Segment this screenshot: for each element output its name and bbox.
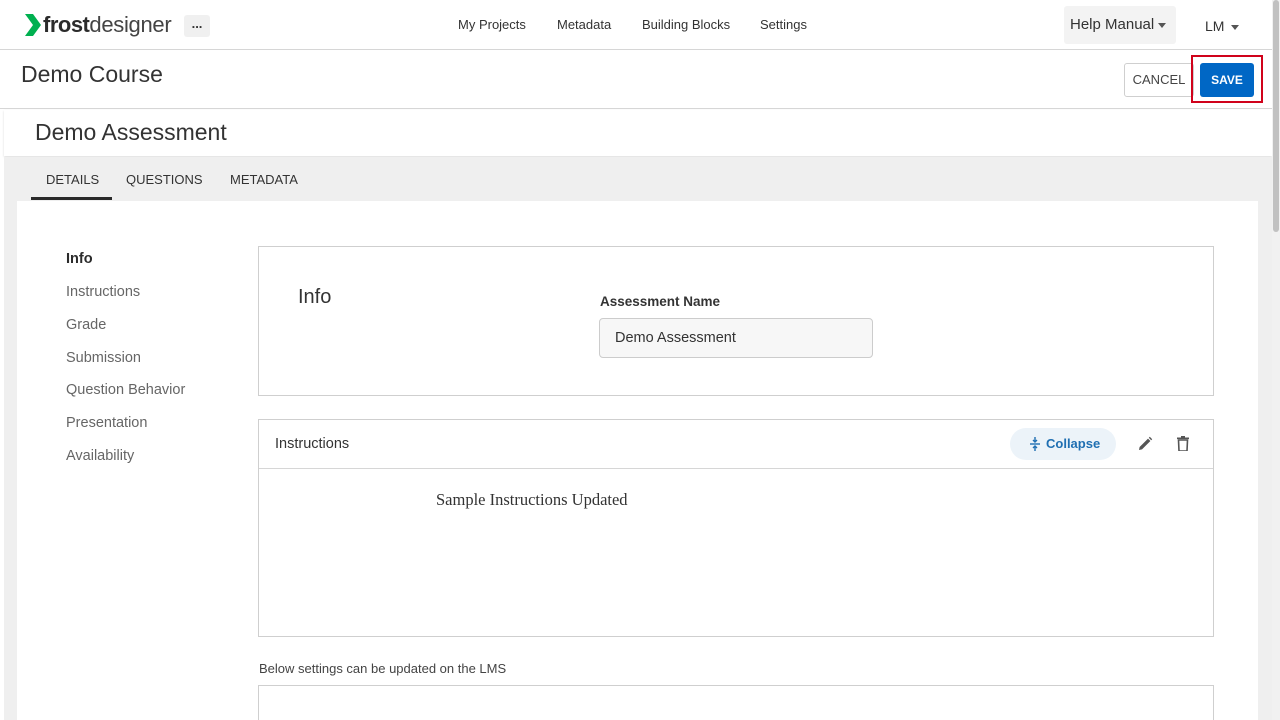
top-navbar: frost designer ... My Projects Metadata … [0, 0, 1272, 50]
lms-settings-panel [258, 685, 1214, 720]
info-heading: Info [298, 286, 332, 308]
assessment-name-label: Assessment Name [600, 294, 721, 309]
help-manual-dropdown[interactable]: Help Manual [1064, 6, 1176, 44]
course-header: Demo Course CANCEL SAVE [0, 51, 1272, 109]
user-menu-dropdown[interactable]: LM [1205, 18, 1240, 34]
sidebar-item-instructions[interactable]: Instructions [66, 284, 140, 300]
course-title: Demo Course [21, 61, 163, 87]
assessment-name-input[interactable]: Demo Assessment [599, 318, 873, 358]
cancel-button[interactable]: CANCEL [1124, 63, 1194, 97]
instructions-body-text[interactable]: Sample Instructions Updated [436, 490, 628, 510]
help-manual-label: Help Manual [1070, 16, 1155, 33]
logo-text-light: designer [89, 12, 172, 37]
logo-text-bold: frost [43, 12, 90, 37]
page-scrollbar-thumb[interactable] [1273, 0, 1279, 232]
tab-metadata[interactable]: METADATA [230, 172, 298, 187]
collapse-label: Collapse [1046, 436, 1101, 451]
lms-settings-note: Below settings can be updated on the LMS [259, 661, 507, 676]
collapse-icon [1030, 437, 1040, 451]
sidebar-item-grade[interactable]: Grade [66, 317, 106, 333]
sidebar-item-info[interactable]: Info [66, 251, 93, 267]
tab-questions[interactable]: QUESTIONS [126, 172, 203, 187]
nav-metadata[interactable]: Metadata [557, 17, 611, 32]
sidebar-item-question-behavior[interactable]: Question Behavior [66, 382, 185, 398]
trash-icon[interactable] [1177, 436, 1189, 451]
user-initials: LM [1205, 18, 1225, 34]
more-menu-button[interactable]: ... [184, 15, 210, 37]
info-panel: Info Assessment Name Demo Assessment [258, 246, 1214, 396]
tab-details[interactable]: DETAILS [46, 172, 99, 187]
frost-logo-icon [25, 14, 41, 36]
nav-settings[interactable]: Settings [760, 17, 807, 32]
instructions-header: Instructions Collapse [259, 420, 1213, 469]
assessment-title: Demo Assessment [35, 119, 227, 145]
nav-building-blocks[interactable]: Building Blocks [642, 17, 730, 32]
instructions-title: Instructions [275, 436, 350, 452]
instructions-panel: Instructions Collapse Sample Instruction… [258, 419, 1214, 637]
chevron-down-icon [1231, 24, 1240, 30]
assessment-header: Demo Assessment [4, 110, 1272, 156]
collapse-button[interactable]: Collapse [1010, 428, 1116, 460]
active-tab-indicator [31, 197, 112, 200]
sidebar-item-submission[interactable]: Submission [66, 350, 141, 366]
chevron-down-icon [1158, 22, 1167, 28]
frost-designer-logo[interactable]: frost designer [24, 12, 172, 38]
save-button[interactable]: SAVE [1200, 63, 1254, 97]
sidebar-item-presentation[interactable]: Presentation [66, 415, 147, 431]
pencil-icon[interactable] [1137, 436, 1153, 452]
sidebar-item-availability[interactable]: Availability [66, 448, 134, 464]
nav-my-projects[interactable]: My Projects [458, 17, 526, 32]
